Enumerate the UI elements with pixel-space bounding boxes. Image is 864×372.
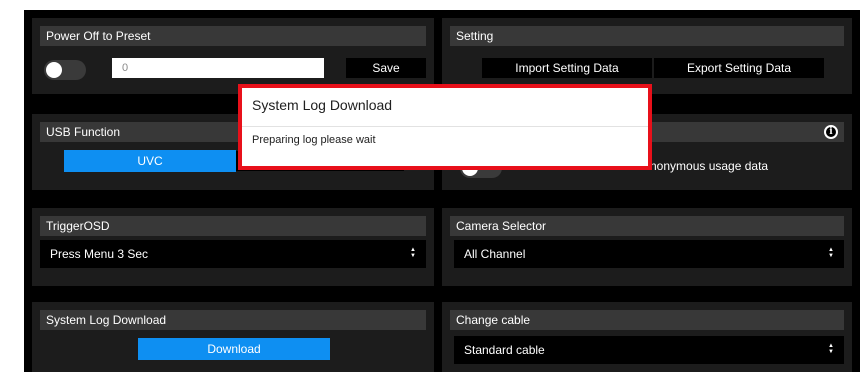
camera-selector-select[interactable]: All Channel ▲ ▼ xyxy=(454,240,844,268)
select-arrows-icon: ▲ ▼ xyxy=(410,247,416,260)
usage-data-label: nonymous usage data xyxy=(650,159,769,173)
info-icon[interactable]: i xyxy=(824,125,838,139)
change-cable-select[interactable]: Standard cable ▲ ▼ xyxy=(454,336,844,364)
power-off-preset-header: Power Off to Preset xyxy=(40,26,426,46)
dialog-message: Preparing log please wait xyxy=(252,134,376,146)
change-cable-panel: Change cable Standard cable ▲ ▼ xyxy=(442,302,852,372)
import-setting-button[interactable]: Import Setting Data xyxy=(482,58,652,78)
save-button[interactable]: Save xyxy=(346,58,426,78)
download-button[interactable]: Download xyxy=(138,338,330,360)
system-log-panel: System Log Download Download xyxy=(32,302,434,372)
select-arrows-icon: ▲ ▼ xyxy=(828,343,834,356)
trigger-osd-select[interactable]: Press Menu 3 Sec ▲ ▼ xyxy=(40,240,426,268)
trigger-osd-header: TriggerOSD xyxy=(40,216,426,236)
power-off-preset-toggle[interactable] xyxy=(44,60,86,80)
toggle-knob xyxy=(46,62,62,78)
setting-panel: Setting Import Setting Data Export Setti… xyxy=(442,18,852,94)
camera-selector-selected: All Channel xyxy=(464,247,526,261)
system-log-dialog: System Log Download Preparing log please… xyxy=(238,84,652,170)
export-setting-button[interactable]: Export Setting Data xyxy=(654,58,824,78)
trigger-osd-panel: TriggerOSD Press Menu 3 Sec ▲ ▼ xyxy=(32,208,434,286)
camera-selector-panel: Camera Selector All Channel ▲ ▼ xyxy=(442,208,852,286)
uvc-button[interactable]: UVC xyxy=(64,150,236,172)
dialog-title: System Log Download xyxy=(252,97,393,113)
camera-selector-header: Camera Selector xyxy=(450,216,844,236)
setting-header: Setting xyxy=(450,26,844,46)
preset-number-input[interactable]: 0 xyxy=(112,58,324,78)
trigger-osd-selected: Press Menu 3 Sec xyxy=(50,247,149,261)
settings-screen: Power Off to Preset 0 Save Setting Impor… xyxy=(24,10,860,372)
system-log-header: System Log Download xyxy=(40,310,426,330)
power-off-preset-panel: Power Off to Preset 0 Save xyxy=(32,18,434,94)
select-arrows-icon: ▲ ▼ xyxy=(828,247,834,260)
change-cable-header: Change cable xyxy=(450,310,844,330)
dialog-divider xyxy=(242,126,648,127)
change-cable-selected: Standard cable xyxy=(464,343,545,357)
